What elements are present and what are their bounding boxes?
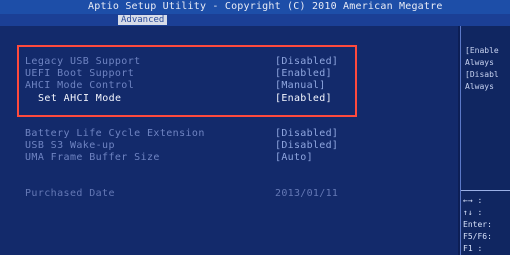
setting-row-ahci-mode-control[interactable]: AHCI Mode Control [Manual]	[0, 80, 458, 92]
setting-row-uma-frame-buffer[interactable]: UMA Frame Buffer Size [Auto]	[0, 152, 458, 164]
help-line: [Disabl	[465, 70, 499, 79]
setting-value: 2013/01/11	[275, 188, 339, 199]
key-legend-line: ←→ :	[463, 196, 483, 205]
setting-label: Legacy USB Support	[25, 56, 141, 67]
setting-label: AHCI Mode Control	[25, 80, 135, 91]
setting-label: USB S3 Wake-up	[25, 140, 115, 151]
help-line: [Enable	[465, 46, 499, 55]
setting-row-purchased-date: Purchased Date 2013/01/11	[0, 188, 458, 200]
setup-title: Aptio Setup Utility - Copyright (C) 2010…	[88, 1, 443, 12]
key-legend-line: F5/F6:	[463, 232, 492, 241]
setting-label: UEFI Boot Support	[25, 68, 135, 79]
setting-value[interactable]: [Auto]	[275, 152, 313, 163]
setting-label: Set AHCI Mode	[38, 93, 122, 104]
setting-value[interactable]: [Manual]	[275, 80, 326, 91]
help-line: Always	[465, 82, 494, 91]
setting-row-legacy-usb[interactable]: Legacy USB Support [Disabled]	[0, 56, 458, 68]
key-legend-line: F1 :	[463, 244, 483, 253]
tab-strip	[0, 14, 510, 26]
setting-value[interactable]: [Disabled]	[275, 56, 338, 67]
tab-advanced[interactable]: Advanced	[118, 15, 168, 25]
key-legend-line: Enter:	[463, 220, 492, 229]
setting-value[interactable]: [Disabled]	[275, 128, 338, 139]
setting-label: UMA Frame Buffer Size	[25, 152, 160, 163]
setting-label: Purchased Date	[25, 188, 115, 199]
setting-row-usb-s3-wake[interactable]: USB S3 Wake-up [Disabled]	[0, 140, 458, 152]
setting-row-set-ahci-mode[interactable]: Set AHCI Mode [Enabled]	[0, 93, 458, 105]
key-legend-line: ↑↓ :	[463, 208, 483, 217]
help-line: Always	[465, 58, 494, 67]
setting-row-battery-life-cycle[interactable]: Battery Life Cycle Extension [Disabled]	[0, 128, 458, 140]
setting-value[interactable]: [Disabled]	[275, 140, 338, 151]
help-divider	[461, 190, 510, 191]
setting-label: Battery Life Cycle Extension	[25, 128, 205, 139]
setting-row-uefi-boot[interactable]: UEFI Boot Support [Enabled]	[0, 68, 458, 80]
setting-value[interactable]: [Enabled]	[275, 68, 332, 79]
setting-value[interactable]: [Enabled]	[275, 93, 332, 104]
